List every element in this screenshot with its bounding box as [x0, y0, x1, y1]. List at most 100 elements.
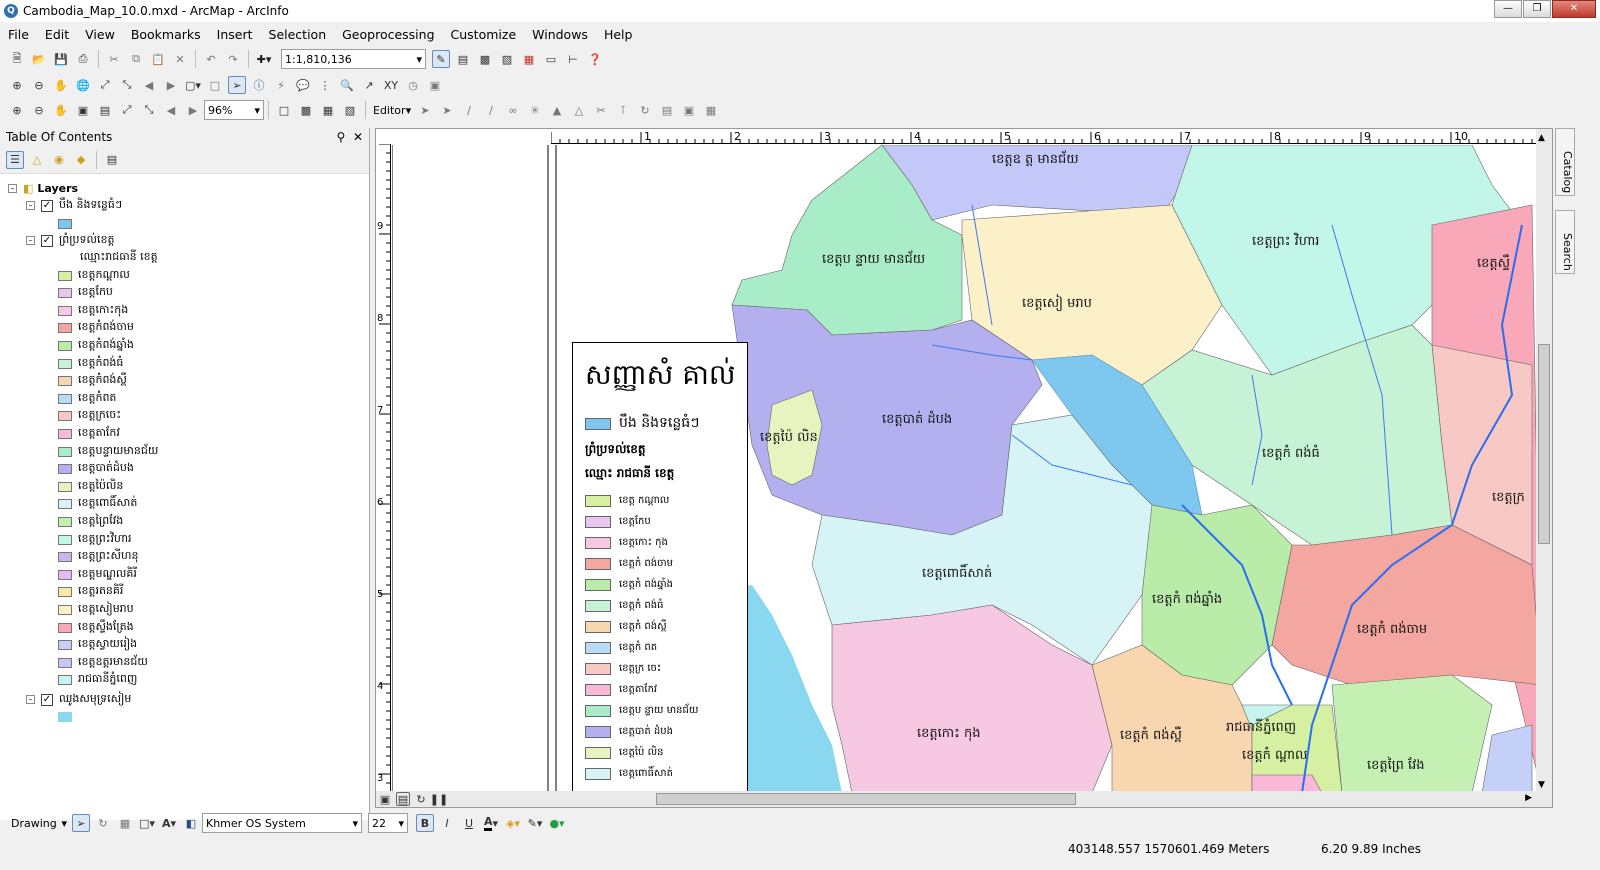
html-popup-icon[interactable]: 💬	[294, 76, 312, 94]
symbol-swatch[interactable]	[58, 270, 72, 281]
find-icon[interactable]: 🔍	[338, 76, 356, 94]
back-extent-icon[interactable]: ◀	[140, 76, 158, 94]
collapse-icon[interactable]: –	[26, 236, 35, 245]
copy-icon[interactable]: ⧉	[127, 50, 145, 68]
menu-view[interactable]: View	[85, 27, 115, 42]
toc-class-item[interactable]: ខេត្តពោធិ៍សាត់	[58, 496, 137, 513]
trace-icon[interactable]: ∞	[504, 101, 522, 119]
symbol-swatch[interactable]	[58, 376, 72, 387]
refresh-icon[interactable]: ↻	[414, 792, 428, 806]
italic-icon[interactable]: I	[438, 814, 456, 832]
layout-pan-icon[interactable]: ✋	[52, 101, 70, 119]
toc-class-item[interactable]: ខេត្តមណ្ឌលគិរី	[58, 566, 137, 583]
toc-class-item[interactable]: ខេត្តកំពង់ស្ពឺ	[58, 373, 127, 390]
list-by-visibility-icon[interactable]: ◉	[50, 151, 68, 169]
pause-drawing-icon[interactable]: ❚❚	[430, 792, 448, 806]
symbol-swatch[interactable]	[58, 516, 72, 527]
search-window-icon[interactable]: ▧	[498, 50, 516, 68]
toc-class-item[interactable]: ខេត្តតាកែវ	[58, 425, 120, 442]
toc-class-item[interactable]: ខេត្តកំពង់ចាម	[58, 320, 134, 337]
symbol-swatch[interactable]	[58, 657, 72, 668]
forward-extent-icon[interactable]: ▶	[162, 76, 180, 94]
attributes-icon[interactable]: ▤	[658, 101, 676, 119]
symbol-swatch[interactable]	[58, 552, 72, 563]
hyperlink-icon[interactable]: ⚡	[272, 76, 290, 94]
open-folder-icon[interactable]: 📂	[30, 50, 48, 68]
endpoint-arc-icon[interactable]: ∕	[482, 101, 500, 119]
symbol-swatch[interactable]	[58, 711, 72, 722]
font-icon[interactable]: ◧	[182, 814, 200, 832]
delete-icon[interactable]: ✕	[171, 50, 189, 68]
symbol-swatch[interactable]	[58, 622, 72, 633]
symbol-swatch[interactable]	[58, 446, 72, 457]
layer-visibility-checkbox[interactable]: ✓	[41, 199, 53, 212]
pan-icon[interactable]: ✋	[52, 76, 70, 94]
menu-geoprocessing[interactable]: Geoprocessing	[342, 27, 434, 42]
symbol-swatch[interactable]	[58, 288, 72, 299]
scroll-right-icon[interactable]: ▶	[1525, 793, 1532, 803]
map-page[interactable]: ខេត្តឧ ត្ត មានជ័យ ខេត្តប ន្ទាយ មានជ័យ ខេ…	[392, 145, 1552, 793]
list-by-drawing-order-icon[interactable]: ☰	[6, 150, 24, 169]
layout-back-icon[interactable]: ◀	[162, 101, 180, 119]
list-by-selection-icon[interactable]: ◆	[72, 151, 90, 169]
pin-icon[interactable]: ⚲	[337, 130, 346, 144]
underline-icon[interactable]: U	[460, 814, 478, 832]
symbol-swatch[interactable]	[58, 675, 72, 686]
print-icon[interactable]: ⎙	[74, 50, 92, 68]
symbol-swatch[interactable]	[58, 218, 72, 229]
list-by-source-icon[interactable]: △	[28, 151, 46, 169]
font-name-combo[interactable]: Khmer OS System ▾	[202, 813, 362, 833]
menu-windows[interactable]: Windows	[532, 27, 588, 42]
toc-class-item[interactable]: ខេត្តព្រះសីហនុ	[58, 549, 138, 566]
editor-menu[interactable]: Editor ▾	[370, 100, 414, 120]
toc-class-item[interactable]: ខេត្តបាត់ដំបង	[58, 461, 134, 478]
paste-icon[interactable]: 📋	[149, 50, 167, 68]
toc-class-item[interactable]: ខេត្តស្វាយរៀង	[58, 637, 137, 654]
collapse-icon[interactable]: –	[26, 201, 35, 210]
symbol-swatch[interactable]	[58, 569, 72, 580]
symbol-swatch[interactable]	[58, 358, 72, 369]
symbol-swatch[interactable]	[58, 340, 72, 351]
data-driven-pages-icon[interactable]: ▧	[341, 101, 359, 119]
edit-vertices-icon[interactable]: ▲	[548, 101, 566, 119]
menu-customize[interactable]: Customize	[451, 27, 517, 42]
toc-class-item[interactable]: ខេត្តកំពង់ធំ	[58, 355, 123, 372]
zoom-100-icon[interactable]: ▤	[96, 101, 114, 119]
cut-icon[interactable]: ✂	[105, 50, 123, 68]
straight-segment-icon[interactable]: ∕	[460, 101, 478, 119]
model-builder-icon[interactable]: ⊢	[564, 50, 582, 68]
layer-visibility-checkbox[interactable]: ✓	[41, 693, 53, 706]
zoom-out-icon[interactable]: ⊖	[30, 76, 48, 94]
map-scale-combo[interactable]: 1:1,810,136 ▾	[281, 49, 426, 69]
toc-class-item[interactable]: ខេត្តកោះកុង	[58, 302, 128, 319]
toc-class-item[interactable]: ខេត្តប៉ៃលិន	[58, 478, 123, 495]
add-data-icon[interactable]: ✚▾	[255, 50, 273, 68]
layout-zoom-in-icon[interactable]: ⊕	[8, 101, 26, 119]
go-to-xy-icon[interactable]: XY	[382, 76, 400, 94]
full-extent-icon[interactable]: 🌐	[74, 76, 92, 94]
symbol-swatch[interactable]	[58, 305, 72, 316]
scroll-up-icon[interactable]: ▲	[1538, 133, 1545, 143]
menu-edit[interactable]: Edit	[45, 27, 69, 42]
scroll-down-icon[interactable]: ▼	[1538, 780, 1545, 790]
sketch-properties-icon[interactable]: ▣	[680, 101, 698, 119]
find-route-icon[interactable]: ↗	[360, 76, 378, 94]
toc-class-item[interactable]: ខេត្តរតនគិរី	[58, 584, 123, 601]
layer-gulf-of-siam[interactable]: – ✓ ឈូងសមុទ្រសៀម	[26, 691, 131, 708]
close-icon[interactable]: ✕	[353, 130, 363, 144]
symbol-swatch[interactable]	[58, 499, 72, 510]
save-icon[interactable]: 💾	[52, 50, 70, 68]
layer-lakes-rivers[interactable]: – ✓ បឹង និងទន្លេធំៗ	[26, 197, 122, 214]
menu-help[interactable]: Help	[604, 27, 633, 42]
toc-class-item[interactable]: ខេត្តកណ្ដាល	[58, 267, 130, 284]
fixed-zoom-out-icon[interactable]: ⤡	[118, 76, 136, 94]
marker-color-icon[interactable]: ●▾	[548, 814, 566, 832]
cut-polygons-icon[interactable]: ✂	[592, 101, 610, 119]
toc-class-item[interactable]: ខេត្តព្រះវិហារ	[58, 531, 132, 548]
toc-window-icon[interactable]: ▤	[454, 50, 472, 68]
catalog-window-icon[interactable]: ▩	[476, 50, 494, 68]
layout-zoom-out-icon[interactable]: ⊖	[30, 101, 48, 119]
focus-data-frame-icon[interactable]: ▩	[297, 101, 315, 119]
layout-fixed-zoom-in-icon[interactable]: ⤢	[118, 101, 136, 119]
menu-file[interactable]: File	[8, 27, 29, 42]
